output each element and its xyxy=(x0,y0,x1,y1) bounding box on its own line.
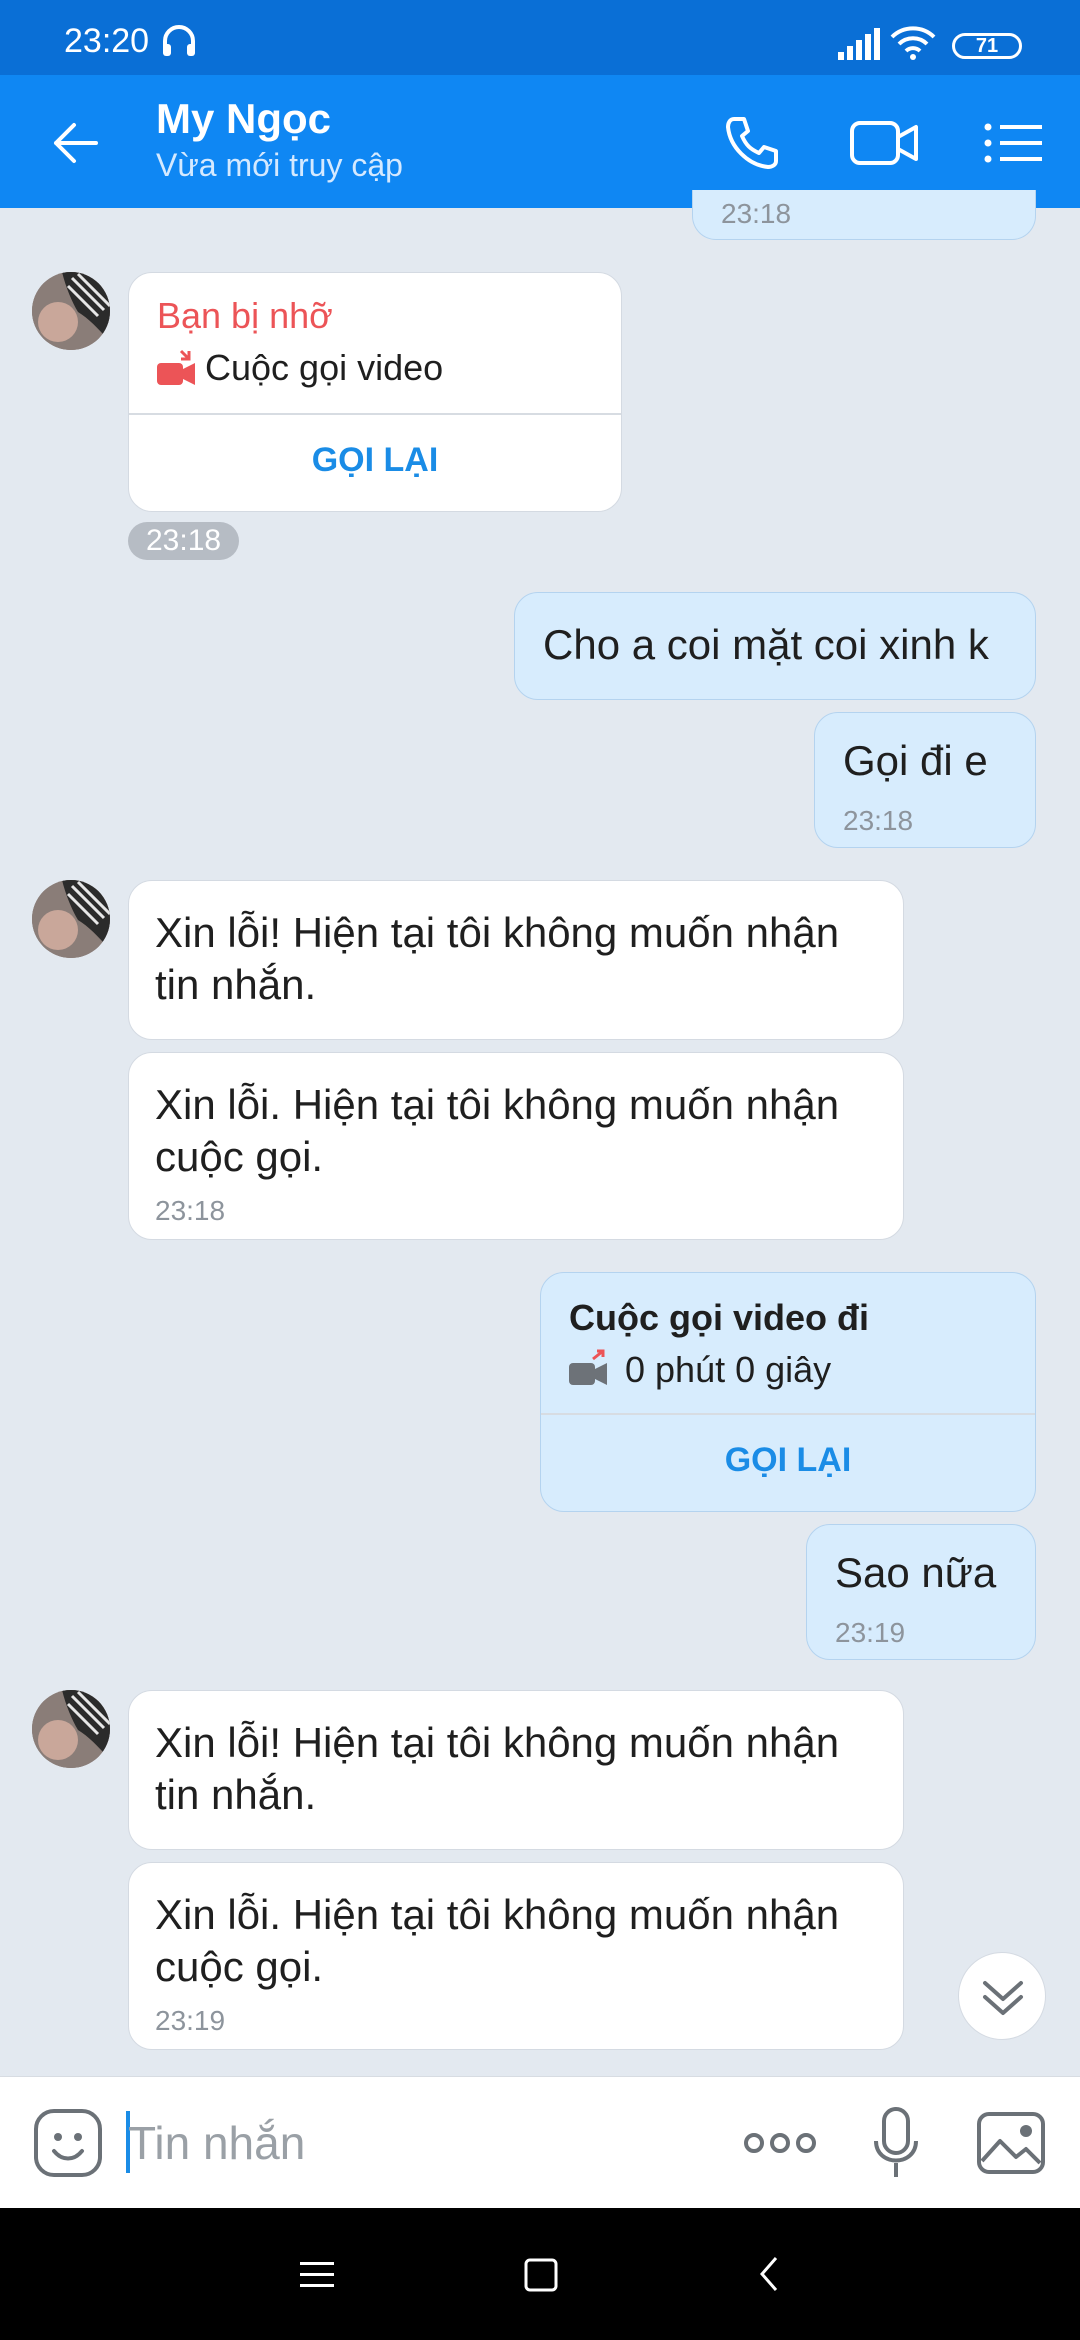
message-text: Sao nữa xyxy=(835,1549,997,1596)
status-time: 23:20 xyxy=(64,22,150,60)
incoming-message-bubble[interactable]: Xin lỗi! Hiện tại tôi không muốn nhận ti… xyxy=(128,1690,904,1850)
contact-status: Vừa mới truy cập xyxy=(156,147,403,183)
avatar[interactable] xyxy=(32,880,110,958)
card-divider xyxy=(129,413,621,415)
system-navigation-bar xyxy=(0,2208,1080,2340)
wifi-icon xyxy=(890,26,936,60)
battery-indicator: 71 xyxy=(952,33,1022,59)
message-text: Xin lỗi! Hiện tại tôi không muốn nhận ti… xyxy=(155,1719,840,1818)
outgoing-call-title: Cuộc gọi video đi xyxy=(569,1297,870,1338)
missed-call-label: Cuộc gọi video xyxy=(205,347,444,388)
message-time: 23:18 xyxy=(843,805,914,836)
scroll-down-icon xyxy=(983,1981,1023,2015)
message-composer: Tin nhắn xyxy=(0,2076,1080,2209)
message-time: 23:19 xyxy=(835,1617,906,1648)
outgoing-message-bubble[interactable]: Sao nữa 23:19 xyxy=(806,1524,1036,1660)
signal-icon xyxy=(838,28,880,60)
back-arrow-icon[interactable] xyxy=(48,115,104,171)
status-bar: 23:20 71 xyxy=(0,0,1080,75)
missed-call-title: Bạn bị nhỡ xyxy=(157,295,333,336)
message-text: Gọi đi e xyxy=(843,737,988,784)
avatar[interactable] xyxy=(32,1690,110,1768)
incoming-message-bubble[interactable]: Xin lỗi. Hiện tại tôi không muốn nhận cu… xyxy=(128,1052,904,1240)
nav-back-icon[interactable] xyxy=(758,2256,780,2292)
chat-header: My Ngọc Vừa mới truy cập xyxy=(0,75,1080,208)
outgoing-call-card: Cuộc gọi video đi 0 phút 0 giây GỌI LẠI xyxy=(540,1272,1036,1512)
message-time: 23:18 xyxy=(721,198,792,229)
headset-icon xyxy=(163,25,195,56)
video-icon[interactable] xyxy=(848,111,920,175)
call-back-button[interactable]: GỌI LẠI xyxy=(129,441,621,480)
message-text: Xin lỗi! Hiện tại tôi không muốn nhận ti… xyxy=(155,909,840,1008)
outgoing-call-duration: 0 phút 0 giây xyxy=(625,1349,832,1390)
message-text: Xin lỗi. Hiện tại tôi không muốn nhận cu… xyxy=(155,1891,840,1990)
image-icon[interactable] xyxy=(976,2111,1046,2175)
incoming-message-bubble[interactable]: Xin lỗi. Hiện tại tôi không muốn nhận cu… xyxy=(128,1862,904,2050)
sticker-icon[interactable] xyxy=(32,2107,104,2179)
phone-icon[interactable] xyxy=(720,111,784,175)
message-time: 23:19 xyxy=(155,2005,226,2036)
time-badge: 23:18 xyxy=(128,522,240,560)
nav-menu-icon[interactable] xyxy=(300,2260,334,2290)
outgoing-message-bubble[interactable]: Gọi đi e 23:18 xyxy=(814,712,1036,848)
avatar[interactable] xyxy=(32,272,110,350)
message-text: Cho a coi mặt coi xinh k xyxy=(543,621,989,668)
incoming-message-bubble[interactable]: Xin lỗi! Hiện tại tôi không muốn nhận ti… xyxy=(128,880,904,1040)
missed-video-call-icon xyxy=(157,349,195,385)
nav-home-icon[interactable] xyxy=(524,2258,558,2292)
message-time: 23:18 xyxy=(155,1195,226,1226)
message-text: Xin lỗi. Hiện tại tôi không muốn nhận cu… xyxy=(155,1081,840,1180)
missed-call-card: Bạn bị nhỡ Cuộc gọi video GỌI LẠI xyxy=(128,272,622,512)
menu-list-icon[interactable] xyxy=(982,111,1044,175)
contact-name[interactable]: My Ngọc xyxy=(156,95,331,143)
clipped-message-bubble: 23:18 xyxy=(692,190,1036,240)
outgoing-video-call-icon xyxy=(569,1349,607,1385)
more-icon[interactable] xyxy=(742,2131,818,2155)
scroll-to-bottom-button[interactable] xyxy=(958,1952,1046,2040)
call-back-button[interactable]: GỌI LẠI xyxy=(541,1441,1035,1480)
message-input[interactable]: Tin nhắn xyxy=(128,2107,305,2179)
microphone-icon[interactable] xyxy=(870,2105,922,2181)
card-divider xyxy=(541,1413,1035,1415)
outgoing-message-bubble[interactable]: Cho a coi mặt coi xinh k xyxy=(514,592,1036,700)
